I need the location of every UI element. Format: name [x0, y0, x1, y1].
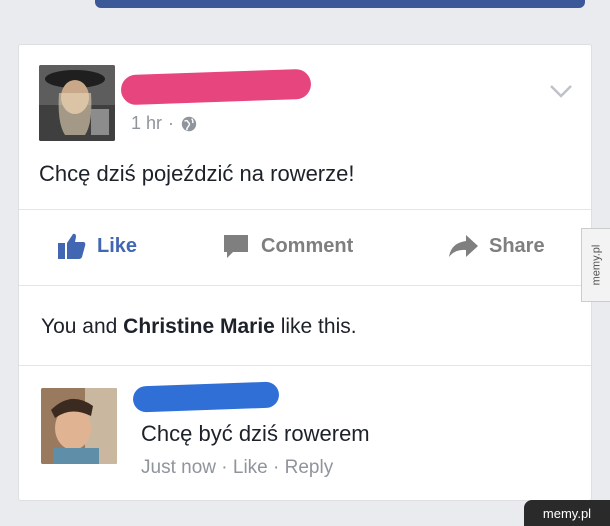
post-author-avatar[interactable]	[39, 65, 115, 141]
likes-prefix: You and	[41, 315, 124, 338]
globe-icon[interactable]	[180, 115, 198, 133]
site-watermark: memy.pl	[524, 500, 610, 526]
share-button[interactable]: Share	[447, 233, 545, 259]
post-timestamp[interactable]: 1 hr	[131, 113, 162, 134]
post-actions-bar: Like Comment Share	[19, 223, 591, 269]
commenter-avatar[interactable]	[41, 388, 117, 464]
like-button[interactable]: Like	[57, 232, 137, 260]
like-label: Like	[97, 234, 138, 257]
comment-label: Comment	[261, 234, 354, 257]
share-arrow-icon	[449, 235, 478, 257]
post-card: 1 hr · Chcę dziś pojeździć na rowerze! L…	[18, 44, 592, 501]
likes-summary[interactable]: You and Christine Marie like this.	[41, 315, 357, 339]
thumbs-up-icon	[58, 233, 86, 259]
post-meta: 1 hr ·	[131, 113, 198, 134]
redacted-commenter-name	[132, 381, 280, 413]
chevron-down-icon[interactable]	[549, 83, 573, 99]
comment-icon	[224, 235, 248, 258]
post-message: Chcę dziś pojeździć na rowerze!	[39, 161, 355, 186]
top-navigation-bar	[95, 0, 585, 8]
comment-message: Chcę być dziś rowerem	[141, 421, 370, 446]
divider	[19, 209, 591, 210]
divider	[19, 285, 591, 286]
comment-meta: Just now Like Reply	[141, 457, 333, 479]
liker-name[interactable]: Christine Marie	[123, 315, 275, 338]
share-label: Share	[489, 234, 545, 257]
comment-time: Just now	[141, 457, 216, 478]
comment-reply-link[interactable]: Reply	[273, 457, 333, 478]
side-watermark-text: memy.pl	[590, 244, 602, 286]
meta-separator: ·	[168, 113, 175, 133]
side-watermark-tag: memy.pl	[581, 228, 610, 302]
redacted-author-name	[120, 68, 312, 106]
comment-button[interactable]: Comment	[221, 232, 353, 260]
divider	[19, 365, 591, 366]
comment-like-link[interactable]: Like	[221, 457, 267, 478]
likes-suffix: like this.	[274, 315, 357, 338]
